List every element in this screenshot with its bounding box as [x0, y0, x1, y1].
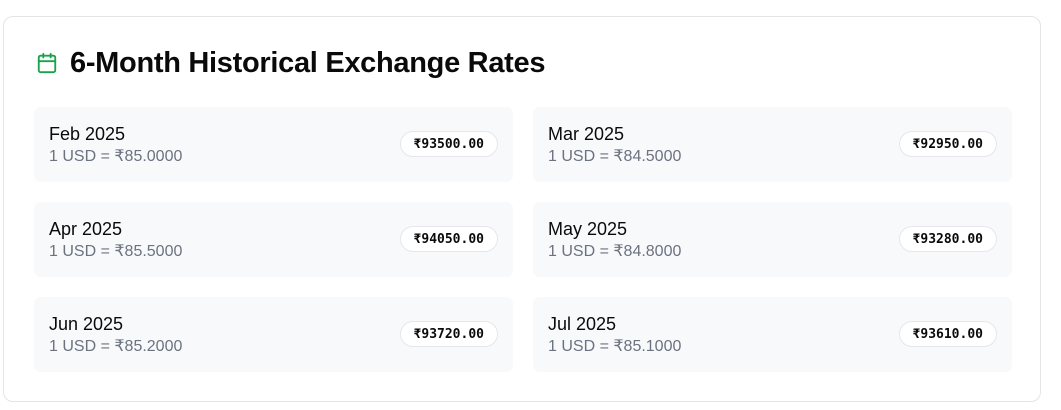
rate-month: Jul 2025: [548, 314, 617, 334]
rate-amount-badge: ₹93500.00: [399, 131, 498, 157]
rate-conversion: 1 USD = ₹85.5000: [49, 243, 183, 260]
rate-conversion: 1 USD = ₹85.2000: [49, 338, 183, 355]
rate-month: Apr 2025: [49, 219, 123, 239]
rate-item: Jun 2025 1 USD = ₹85.2000 ₹93720.00: [34, 297, 513, 372]
rate-month: Mar 2025: [548, 124, 625, 144]
rates-grid: Feb 2025 1 USD = ₹85.0000 ₹93500.00 Mar …: [34, 107, 1012, 372]
rate-amount-badge: ₹92950.00: [898, 131, 997, 157]
card-header: 6-Month Historical Exchange Rates: [36, 46, 545, 80]
rate-item: Mar 2025 1 USD = ₹84.5000 ₹92950.00: [533, 107, 1012, 182]
rate-conversion: 1 USD = ₹84.8000: [548, 243, 682, 260]
rate-conversion: 1 USD = ₹85.0000: [49, 148, 183, 165]
rate-item: Jul 2025 1 USD = ₹85.1000 ₹93610.00: [533, 297, 1012, 372]
rate-item: May 2025 1 USD = ₹84.8000 ₹93280.00: [533, 202, 1012, 277]
rate-amount-badge: ₹93610.00: [898, 321, 997, 347]
page-title: 6-Month Historical Exchange Rates: [70, 47, 546, 79]
rate-month: May 2025: [548, 219, 628, 239]
rate-amount-badge: ₹94050.00: [399, 226, 498, 252]
rate-conversion: 1 USD = ₹85.1000: [548, 338, 682, 355]
rate-amount-badge: ₹93720.00: [399, 321, 498, 347]
historical-rates-card: 6-Month Historical Exchange Rates Feb 20…: [3, 16, 1041, 402]
rate-month: Jun 2025: [49, 314, 124, 334]
rate-item: Feb 2025 1 USD = ₹85.0000 ₹93500.00: [34, 107, 513, 182]
rate-amount-badge: ₹93280.00: [898, 226, 997, 252]
rate-conversion: 1 USD = ₹84.5000: [548, 148, 682, 165]
rate-item: Apr 2025 1 USD = ₹85.5000 ₹94050.00: [34, 202, 513, 277]
calendar-icon: [36, 52, 58, 74]
rate-month: Feb 2025: [49, 124, 126, 144]
